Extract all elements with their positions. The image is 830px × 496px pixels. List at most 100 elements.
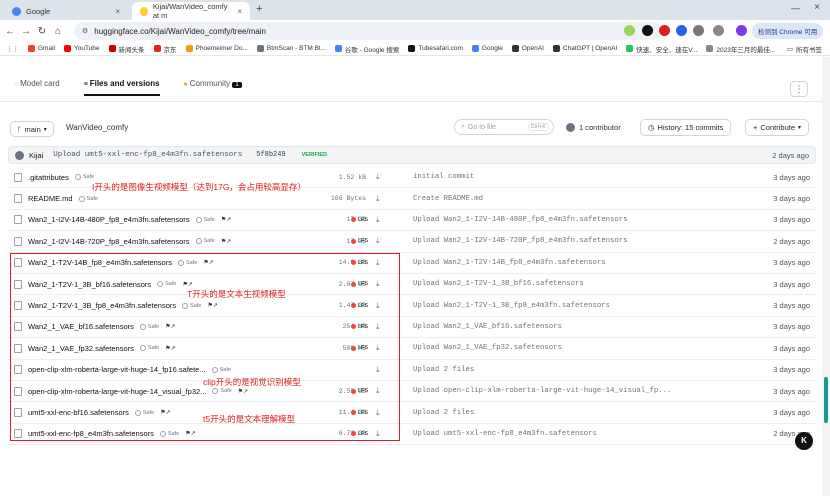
safe-badge[interactable]: Safe [196, 238, 215, 244]
extension-icon[interactable] [693, 25, 704, 36]
google-icon [334, 45, 342, 52]
lfs-badge: LFS [351, 238, 368, 244]
tab-files-and-versions[interactable]: ≡ Files and versions [83, 79, 160, 96]
commit-hash[interactable]: 5f8b249 [256, 151, 285, 159]
bookmark-item[interactable]: BtmScan - BTM Bl... [256, 45, 326, 52]
safe-badge[interactable]: Safe [79, 196, 98, 202]
puzzle-icon[interactable] [713, 25, 724, 36]
chevron-down-icon: ▾ [798, 125, 802, 131]
file-date: 3 days ago [773, 194, 810, 204]
bookmark-item[interactable]: 新闻头条 [108, 44, 145, 54]
download-icon[interactable]: ⤓ [376, 215, 380, 225]
file-commit-message[interactable]: Upload open-clip-xlm-roberta-large-vit-h… [413, 387, 671, 395]
file-name[interactable]: Wan2_1-I2V-14B-480P_fp8_e4m3fn.safetenso… [28, 215, 190, 224]
bookmark-label: Tubesafari.com [418, 45, 463, 52]
contribute-button[interactable]: + Contribute ▾ [745, 119, 810, 136]
tab-model-card[interactable]: ◌ Model card [14, 79, 60, 88]
bookmark-item[interactable]: ChatGPT | OpenAI [552, 45, 617, 52]
file-date: 3 days ago [773, 386, 810, 396]
safe-badge[interactable]: Safe [196, 217, 215, 223]
file-commit-message[interactable]: Create README.md [413, 195, 483, 203]
file-row[interactable]: Wan2_1-I2V-14B-480P_fp8_e4m3fn.safetenso… [8, 210, 816, 232]
pickle-scan-icon[interactable]: ⚑↗ [221, 216, 231, 223]
bookmark-item[interactable]: 快速、安全、速在V... [626, 44, 697, 54]
search-input[interactable]: ⌕ Go to file Ctrl+K [454, 119, 554, 135]
annotation-text: t5开头的是文本理解模型 [203, 414, 296, 424]
site-info-icon[interactable]: ⚙ [82, 27, 88, 35]
tab-google[interactable]: Google × [4, 2, 128, 20]
file-row[interactable]: Wan2_1-I2V-14B-720P_fp8_e4m3fn.safetenso… [8, 231, 816, 253]
contributors-link[interactable]: 1 contributor [566, 123, 621, 132]
safe-badge[interactable]: Safe [75, 174, 94, 180]
bookmark-item[interactable]: 2023年三月的最佳... [706, 44, 775, 54]
scrollbar-thumb[interactable] [824, 377, 828, 423]
tab-huggingface[interactable]: Kijai/WanVideo_comfy at m × [132, 2, 250, 20]
browser-tabstrip: Google × Kijai/WanVideo_comfy at m × + —… [0, 0, 830, 20]
new-tab-button[interactable]: + [256, 3, 262, 15]
extension-icon[interactable] [642, 25, 653, 36]
download-icon[interactable]: ⤓ [376, 172, 380, 182]
pickle-scan-icon[interactable]: ⚑↗ [221, 238, 231, 245]
bookmark-item[interactable]: 京东 [153, 44, 177, 54]
file-commit-message[interactable]: Upload Wan2_1_VAE_bf16.safetensors [413, 323, 562, 331]
huggingface-icon [140, 6, 148, 16]
file-commit-message[interactable]: initial commit [413, 173, 474, 181]
extension-icon[interactable] [659, 25, 670, 36]
huggingface-chat-icon[interactable]: K [795, 432, 813, 450]
file-commit-message[interactable]: Upload Wan2_1-T2V-1_3B_bf16.safetensors [413, 280, 584, 288]
branch-selector[interactable]: ᚴ main ▾ [10, 121, 54, 137]
youtube-icon [63, 45, 71, 52]
file-name[interactable]: .gitattributes [28, 173, 69, 182]
extension-icon[interactable] [624, 25, 635, 36]
reload-icon[interactable]: ↻ [34, 26, 50, 37]
forward-icon[interactable]: → [18, 26, 34, 37]
file-commit-message[interactable]: Upload Wan2_1-I2V-14B-480P_fp8_e4m3fn.sa… [413, 216, 628, 224]
bookmark-item[interactable]: Tubesafari.com [408, 45, 463, 52]
profile-chip[interactable]: 检测到 Chrome 可用 [752, 23, 824, 39]
site-icon [408, 45, 416, 52]
minimize-button[interactable]: — [791, 3, 800, 13]
close-icon[interactable]: × [115, 7, 120, 16]
history-button[interactable]: ◷ History: 15 commits [640, 119, 732, 136]
file-commit-message[interactable]: Upload umt5-xxl-enc-fp8_e4m3fn.safetenso… [413, 430, 597, 438]
home-icon[interactable]: ⌂ [50, 26, 66, 37]
close-icon[interactable]: × [237, 7, 242, 16]
commit-date: 2 days ago [772, 150, 809, 160]
commit-message[interactable]: Upload umt5-xxl-enc-fp8_e4m3fn.safetenso… [53, 151, 242, 159]
file-name[interactable]: Wan2_1-I2V-14B-720P_fp8_e4m3fn.safetenso… [28, 237, 190, 246]
bookmarks-folder[interactable]: ▭ 所有书签 [787, 44, 822, 54]
apps-icon[interactable]: ⋮⋮ [6, 45, 19, 53]
address-bar[interactable]: ⚙ huggingface.co/Kijai/WanVideo_comfy/tr… [74, 22, 662, 40]
tab-community[interactable]: ● Community 1 [184, 79, 242, 88]
bookmark-item[interactable]: Phoemeimer Do... [185, 45, 248, 52]
back-icon[interactable]: ← [2, 26, 18, 37]
bookmark-label: Google [481, 45, 503, 52]
bookmark-label: OpenAI [521, 45, 544, 52]
branch-label: main [24, 124, 41, 134]
window-close-button[interactable]: × [814, 2, 820, 13]
extension-icon[interactable] [676, 25, 687, 36]
avatar[interactable] [736, 25, 747, 36]
file-commit-message[interactable]: Upload 2 files [413, 409, 474, 417]
jd-icon [153, 45, 161, 52]
menu-icon[interactable]: ⋮ [790, 81, 808, 97]
bookmark-item[interactable]: Gmail [28, 45, 55, 52]
file-name[interactable]: README.md [28, 194, 73, 203]
file-commit-message[interactable]: Upload Wan2_1_VAE_fp32.safetensors [413, 344, 562, 352]
scrollbar[interactable] [822, 57, 830, 496]
file-commit-message[interactable]: Upload Wan2_1-T2V-1_3B_fp8_e4m3fn.safete… [413, 302, 610, 310]
bookmark-label: 2023年三月的最佳... [716, 46, 776, 54]
bookmark-item[interactable]: YouTube [63, 45, 100, 52]
commit-author[interactable]: Kijai [29, 151, 43, 160]
bookmark-label: 谷歌 - Google 搜索 [344, 46, 400, 54]
bookmark-item[interactable]: Google [471, 45, 503, 52]
folder-icon: ▭ [786, 45, 793, 53]
file-commit-message[interactable]: Upload Wan2_1-I2V-14B-720P_fp8_e4m3fn.sa… [413, 237, 628, 245]
download-icon[interactable]: ⤓ [376, 236, 380, 246]
history-icon: ◷ [648, 123, 655, 132]
download-icon[interactable]: ⤓ [376, 194, 380, 204]
file-commit-message[interactable]: Upload 2 files [413, 366, 474, 374]
file-commit-message[interactable]: Upload Wan2_1-T2V-14B_fp8_e4m3fn.safeten… [413, 259, 606, 267]
bookmark-item[interactable]: 谷歌 - Google 搜索 [334, 44, 400, 54]
bookmark-item[interactable]: OpenAI [511, 45, 544, 52]
